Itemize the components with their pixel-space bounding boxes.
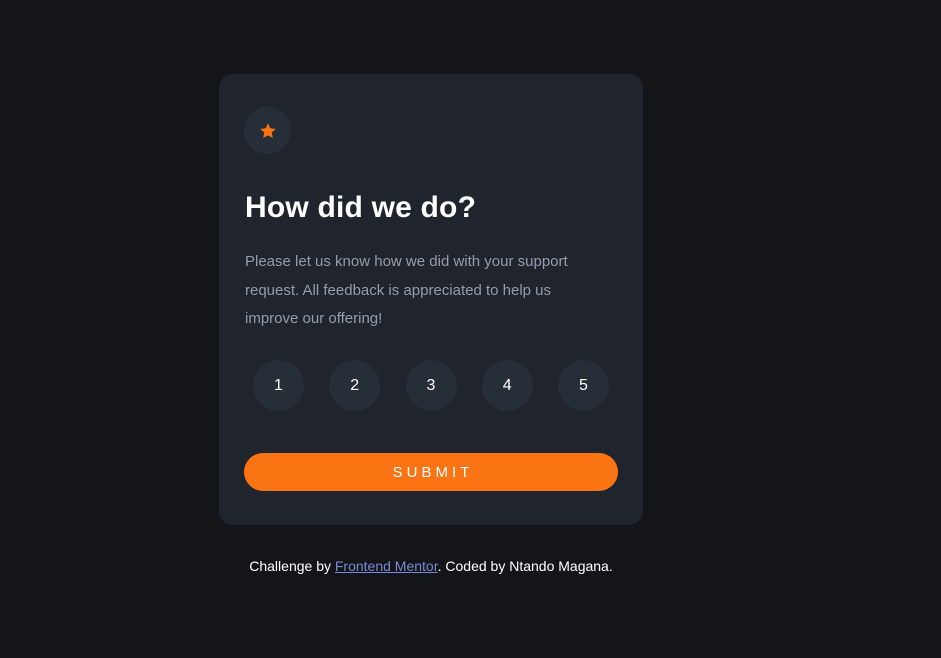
rating-button-2[interactable]: 2: [329, 360, 381, 411]
star-icon: [259, 122, 277, 140]
rating-button-5[interactable]: 5: [558, 360, 609, 411]
rating-options: 1 2 3 4 5: [253, 360, 609, 411]
star-badge: [244, 107, 291, 154]
attribution-suffix: . Coded by Ntando Magana.: [437, 558, 613, 574]
rating-card: How did we do? Please let us know how we…: [219, 74, 643, 525]
rating-button-1[interactable]: 1: [253, 360, 304, 411]
card-title: How did we do?: [245, 191, 477, 224]
rating-button-3[interactable]: 3: [405, 360, 457, 411]
card-description: Please let us know how we did with your …: [245, 253, 568, 327]
attribution: Challenge by Frontend Mentor. Coded by N…: [0, 558, 862, 574]
submit-button[interactable]: SUBMIT: [244, 453, 618, 491]
attribution-prefix: Challenge by: [249, 558, 335, 574]
rating-button-4[interactable]: 4: [481, 360, 533, 411]
frontend-mentor-link[interactable]: Frontend Mentor: [335, 558, 438, 574]
